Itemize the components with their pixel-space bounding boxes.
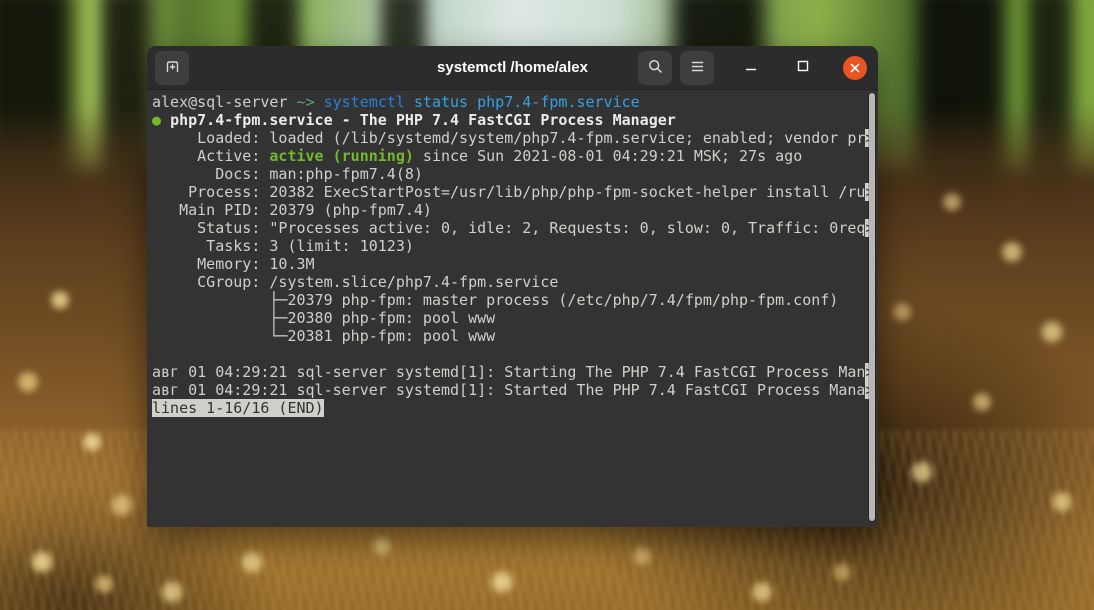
- terminal-line: Process: 20382 ExecStartPost=/usr/lib/ph…: [152, 183, 878, 201]
- hamburger-menu-icon: [689, 58, 706, 78]
- terminal-line: └─20381 php-fpm: pool www: [152, 327, 878, 345]
- terminal-line: Active: active (running) since Sun 2021-…: [152, 147, 878, 165]
- terminal-line: CGroup: /system.slice/php7.4-fpm.service: [152, 273, 878, 291]
- terminal-line: [152, 345, 878, 363]
- terminal-line: Loaded: loaded (/lib/systemd/system/php7…: [152, 129, 878, 147]
- terminal-line: Docs: man:php-fpm7.4(8): [152, 165, 878, 183]
- new-tab-icon: [164, 58, 181, 78]
- close-icon: [843, 56, 867, 80]
- terminal-line: ● php7.4-fpm.service - The PHP 7.4 FastC…: [152, 111, 878, 129]
- new-tab-button[interactable]: [155, 51, 189, 85]
- terminal-window: systemctl /home/alex: [147, 46, 878, 527]
- terminal-line: Tasks: 3 (limit: 10123): [152, 237, 878, 255]
- terminal-output: alex@sql-server ~> systemctl status php7…: [152, 93, 878, 417]
- terminal-content[interactable]: alex@sql-server ~> systemctl status php7…: [147, 90, 878, 527]
- minimize-icon: [744, 59, 758, 76]
- titlebar[interactable]: systemctl /home/alex: [147, 46, 878, 90]
- terminal-line: ├─20380 php-fpm: pool www: [152, 309, 878, 327]
- terminal-line: авг 01 04:29:21 sql-server systemd[1]: S…: [152, 381, 878, 399]
- desktop: systemctl /home/alex: [0, 0, 1094, 610]
- terminal-line: Main PID: 20379 (php-fpm7.4): [152, 201, 878, 219]
- terminal-line: Memory: 10.3M: [152, 255, 878, 273]
- search-icon: [647, 58, 664, 78]
- close-button[interactable]: [840, 51, 870, 85]
- maximize-button[interactable]: [788, 51, 818, 85]
- terminal-line: Status: "Processes active: 0, idle: 2, R…: [152, 219, 878, 237]
- scrollbar[interactable]: [869, 93, 875, 521]
- search-button[interactable]: [638, 51, 672, 85]
- terminal-line: авг 01 04:29:21 sql-server systemd[1]: S…: [152, 363, 878, 381]
- minimize-button[interactable]: [736, 51, 766, 85]
- terminal-line: ├─20379 php-fpm: master process (/etc/ph…: [152, 291, 878, 309]
- terminal-line: alex@sql-server ~> systemctl status php7…: [152, 93, 878, 111]
- maximize-icon: [796, 59, 810, 76]
- menu-button[interactable]: [680, 51, 714, 85]
- terminal-line: lines 1-16/16 (END): [152, 399, 878, 417]
